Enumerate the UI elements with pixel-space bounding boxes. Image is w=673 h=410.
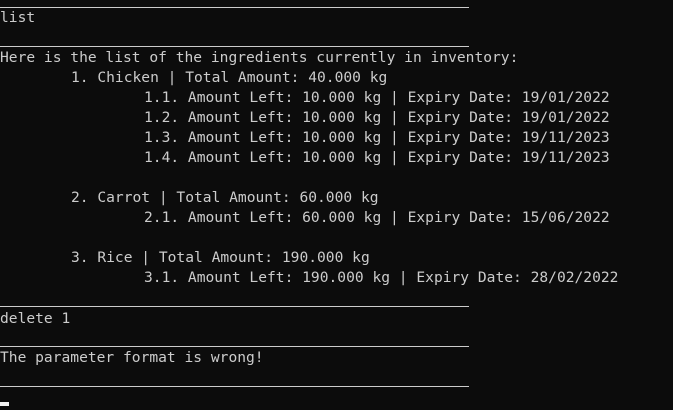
- batch-line: 3.1. Amount Left: 190.000 kg | Expiry Da…: [144, 269, 619, 286]
- text-cursor[interactable]: [0, 402, 9, 406]
- ingredient-header: 2. Carrot | Total Amount: 60.000 kg: [71, 189, 379, 206]
- divider-line: [0, 46, 469, 47]
- terminal-window[interactable]: { "terminal": { "divider": "____________…: [0, 0, 673, 410]
- inventory-intro: Here is the list of the ingredients curr…: [0, 49, 519, 66]
- command-line: list: [0, 9, 36, 26]
- divider-line: [0, 306, 469, 307]
- batch-line: 1.2. Amount Left: 10.000 kg | Expiry Dat…: [144, 109, 610, 126]
- divider-line: [0, 346, 469, 347]
- batch-line: 1.4. Amount Left: 10.000 kg | Expiry Dat…: [144, 149, 610, 166]
- error-message: The parameter format is wrong!: [0, 349, 264, 366]
- batch-line: 1.3. Amount Left: 10.000 kg | Expiry Dat…: [144, 129, 610, 146]
- divider-line: [0, 386, 469, 387]
- batch-line: 1.1. Amount Left: 10.000 kg | Expiry Dat…: [144, 89, 610, 106]
- ingredient-header: 3. Rice | Total Amount: 190.000 kg: [71, 249, 370, 266]
- divider-line: [0, 7, 469, 8]
- batch-line: 2.1. Amount Left: 60.000 kg | Expiry Dat…: [144, 209, 610, 226]
- ingredient-header: 1. Chicken | Total Amount: 40.000 kg: [71, 69, 388, 86]
- command-line: delete 1: [0, 310, 71, 327]
